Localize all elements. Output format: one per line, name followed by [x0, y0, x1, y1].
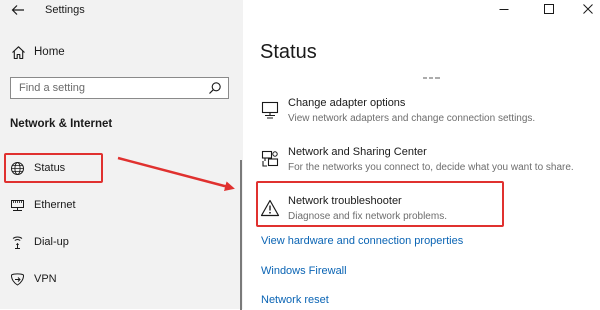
sidebar-item-label: VPN: [34, 273, 57, 285]
sidebar-item-label: Ethernet: [34, 199, 76, 211]
page-title: Status: [260, 41, 317, 63]
vpn-icon: [10, 272, 25, 287]
main-pane: Status Change adapter options View netwo…: [243, 0, 600, 309]
sidebar-item-ethernet[interactable]: Ethernet: [0, 192, 243, 220]
option-description: View network adapters and change connect…: [288, 113, 536, 124]
section-heading: Network & Internet: [10, 118, 113, 130]
maximize-icon[interactable]: [541, 1, 557, 17]
sidebar-item-dialup[interactable]: Dial-up: [0, 229, 243, 257]
troubleshooter-highlight-box: [256, 181, 504, 227]
status-highlight-box: [4, 153, 103, 183]
search-input[interactable]: Find a setting: [10, 77, 229, 99]
sidebar: Settings Home Find a setting Network & I…: [0, 0, 243, 310]
adapter-icon: [260, 100, 280, 120]
network-sharing-center[interactable]: Network and Sharing Center For the netwo…: [260, 146, 590, 180]
windows-firewall-link[interactable]: Windows Firewall: [261, 265, 347, 277]
network-reset-link[interactable]: Network reset: [261, 294, 329, 306]
sidebar-item-label: Dial-up: [34, 236, 69, 248]
minimize-icon[interactable]: [496, 1, 512, 17]
sidebar-item-home[interactable]: Home: [0, 40, 243, 66]
clipped-text-fragment: [423, 67, 441, 79]
option-description: For the networks you connect to, decide …: [288, 162, 574, 173]
option-title: Change adapter options: [288, 97, 406, 109]
search-icon[interactable]: [208, 81, 222, 95]
ethernet-icon: [10, 198, 25, 213]
home-icon: [11, 45, 26, 60]
dialup-icon: [10, 235, 25, 250]
home-label: Home: [34, 46, 65, 58]
search-placeholder: Find a setting: [19, 82, 86, 94]
sharing-center-icon: [260, 149, 280, 169]
sidebar-scrollbar[interactable]: [240, 160, 242, 310]
change-adapter-options[interactable]: Change adapter options View network adap…: [260, 97, 590, 131]
view-hardware-link[interactable]: View hardware and connection properties: [261, 235, 463, 247]
sidebar-item-vpn[interactable]: VPN: [0, 266, 243, 294]
back-arrow-icon[interactable]: [10, 2, 26, 18]
option-title: Network and Sharing Center: [288, 146, 427, 158]
close-icon[interactable]: [580, 1, 596, 17]
window-title: Settings: [45, 4, 85, 16]
